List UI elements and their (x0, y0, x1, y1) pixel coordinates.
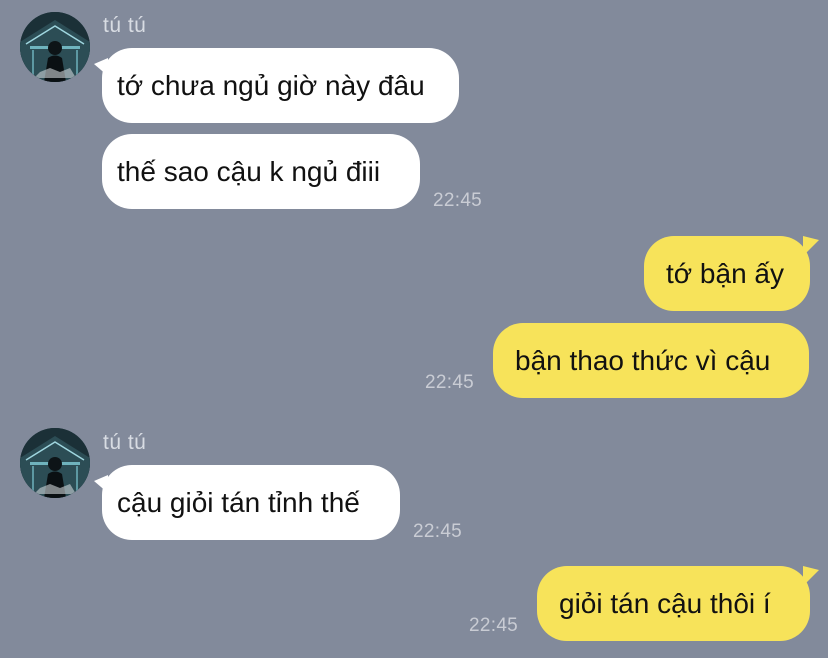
message-text: thế sao cậu k ngủ điii (117, 155, 381, 187)
message-text: cậu giỏi tán tỉnh thế (117, 486, 360, 518)
incoming-message[interactable]: cậu giỏi tán tỉnh thế (94, 465, 400, 540)
outgoing-message[interactable]: bận thao thức vì cậu (493, 323, 809, 398)
avatar[interactable] (20, 12, 90, 82)
incoming-message[interactable]: tớ chưa ngủ giờ này đâu (94, 48, 459, 123)
message-text: tớ bận ấy (666, 257, 784, 289)
message-timestamp: 22:45 (425, 372, 475, 393)
outgoing-message[interactable]: giỏi tán cậu thôi í (537, 566, 819, 641)
incoming-message[interactable]: thế sao cậu k ngủ điii (102, 134, 420, 209)
sender-name: tú tú (103, 14, 147, 37)
outgoing-message[interactable]: tớ bận ấy (644, 236, 819, 311)
message-timestamp: 22:45 (469, 615, 519, 636)
message-text: tớ chưa ngủ giờ này đâu (117, 69, 425, 101)
message-text: giỏi tán cậu thôi í (559, 587, 771, 619)
message-timestamp: 22:45 (433, 190, 483, 211)
sender-name: tú tú (103, 431, 147, 454)
message-text: bận thao thức vì cậu (515, 344, 771, 376)
avatar[interactable] (20, 428, 90, 498)
message-timestamp: 22:45 (413, 521, 463, 542)
